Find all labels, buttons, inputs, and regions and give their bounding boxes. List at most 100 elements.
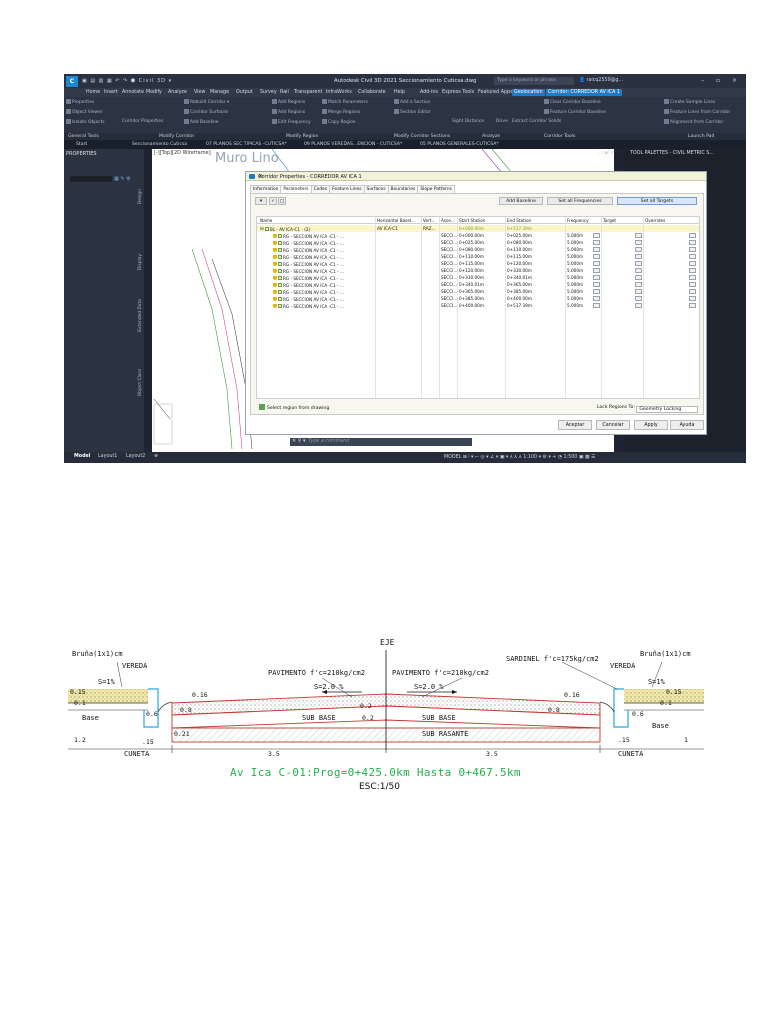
accept-button[interactable]: Aceptar bbox=[558, 420, 592, 430]
drive-button[interactable]: Drive bbox=[496, 119, 508, 124]
column-divider[interactable] bbox=[643, 217, 644, 398]
status-tools[interactable]: MODEL ⊞ ⦙ ▾ ⌐ ◎ ▾ ∠ ▾ ▣ ▾ ⅄ ⅄ ⅄ 1:100 ▾ … bbox=[444, 454, 595, 460]
civil3d-logo-icon[interactable]: C bbox=[66, 76, 78, 87]
ribbon-tab-analyze[interactable]: Analyze bbox=[168, 90, 187, 95]
column-divider[interactable] bbox=[505, 217, 506, 398]
doc-tab-generales[interactable]: 05 PLANOS GENERALES-CUTICSA* bbox=[420, 142, 499, 147]
side-tab-extended-data[interactable]: Extended Data bbox=[138, 299, 144, 332]
ellipsis-button[interactable] bbox=[593, 261, 600, 266]
region-checkbox[interactable] bbox=[278, 290, 282, 294]
ribbon-tab-express-tools[interactable]: Express Tools bbox=[442, 90, 474, 95]
overrides-button[interactable] bbox=[689, 261, 696, 266]
close-icon[interactable]: ✕ bbox=[258, 173, 702, 180]
ribbon-tab-add-ins[interactable]: Add-ins bbox=[420, 90, 438, 95]
help-button[interactable]: Ayuda bbox=[670, 420, 704, 430]
add-regions-2-button[interactable]: Add Regions bbox=[272, 109, 305, 115]
edit-frequency-button[interactable]: Edit Frequency bbox=[272, 119, 311, 125]
ribbon-tab-infraworks[interactable]: InfraWorks bbox=[326, 90, 352, 95]
merge-regions-button[interactable]: Merge Regions bbox=[322, 109, 360, 115]
doc-tab-seccionamiento[interactable]: Seccionamiento Cuticsa bbox=[132, 142, 187, 147]
ellipsis-button[interactable] bbox=[593, 303, 600, 308]
lock-regions-select[interactable]: Geometry Locking bbox=[636, 406, 699, 413]
add-regions-button[interactable]: Add Regions bbox=[272, 99, 305, 105]
set-all-targets-button[interactable]: Set all Targets bbox=[617, 197, 697, 205]
column-divider[interactable] bbox=[601, 217, 602, 398]
object-viewer-button[interactable]: Object Viewer bbox=[66, 109, 103, 115]
column-header-2[interactable]: Vert... bbox=[423, 218, 435, 223]
ellipsis-button[interactable] bbox=[635, 240, 642, 245]
feature-corridor-baseline-button[interactable]: Feature Corridor Baseline bbox=[544, 109, 606, 115]
window-controls[interactable]: – ▫ × bbox=[701, 77, 742, 84]
properties-button[interactable]: Properties bbox=[66, 99, 94, 105]
doc-tab-veredas[interactable]: 09 PLANOS VEREDAS...ENCION - CUTICSA* bbox=[304, 142, 402, 147]
ellipsis-button[interactable] bbox=[593, 289, 600, 294]
corridor-properties-ribbon-button[interactable]: Corridor Properties bbox=[122, 119, 163, 124]
side-tab-object-class[interactable]: Object Class bbox=[138, 369, 144, 396]
add-baseline-ribbon-button[interactable]: Add Baseline bbox=[184, 119, 219, 125]
model-space-toggle[interactable]: MODEL bbox=[444, 455, 461, 460]
ribbon-tab-featured-apps[interactable]: Featured Apps bbox=[478, 90, 513, 95]
baseline-row[interactable]: ⊟ BL - AV ICA-C1 - (2) AV ICA-C1 RAZ... 0+0… bbox=[257, 225, 699, 232]
ellipsis-button[interactable] bbox=[635, 275, 642, 280]
region-checkbox[interactable] bbox=[278, 304, 282, 308]
panel-launch-pad[interactable]: Launch Pad bbox=[688, 134, 714, 139]
region-checkbox[interactable] bbox=[278, 234, 282, 238]
tab-layout2[interactable]: Layout2 bbox=[126, 454, 145, 459]
column-header-8[interactable]: Overrides bbox=[645, 218, 665, 223]
add-section-button[interactable]: Add a Section bbox=[394, 99, 430, 105]
column-header-1[interactable]: Horizontal Basel... bbox=[377, 218, 415, 223]
ellipsis-button[interactable] bbox=[635, 282, 642, 287]
create-sample-lines-button[interactable]: Create Sample Lines bbox=[664, 99, 715, 105]
panel-general-tools[interactable]: General Tools bbox=[68, 134, 99, 139]
overrides-button[interactable] bbox=[689, 268, 696, 273]
column-divider[interactable] bbox=[421, 217, 422, 398]
command-input[interactable]: Type a command bbox=[308, 439, 349, 444]
command-close-icon[interactable]: ✕ ⚲ ▾ bbox=[292, 438, 306, 444]
ellipsis-button[interactable] bbox=[635, 261, 642, 266]
region-row[interactable]: RG - SECCION AV ICA -C1 - ... SECCI... 0+1… bbox=[257, 267, 699, 274]
ribbon-tab-annotate[interactable]: Annotate bbox=[122, 90, 144, 95]
properties-dropdown[interactable] bbox=[70, 176, 112, 182]
overrides-button[interactable] bbox=[689, 240, 696, 245]
dialog-title-bar[interactable]: Corridor Properties - CORREDOR AV ICA 1 … bbox=[246, 172, 706, 181]
ellipsis-button[interactable] bbox=[635, 254, 642, 259]
side-tab-display[interactable]: Display bbox=[138, 254, 144, 270]
overrides-button[interactable] bbox=[689, 233, 696, 238]
region-row[interactable]: RG - SECCION AV ICA -C1 - ... SECCI... 0+3… bbox=[257, 295, 699, 302]
column-header-3[interactable]: Asse... bbox=[441, 218, 455, 223]
column-header-7[interactable]: Target bbox=[603, 218, 616, 223]
region-checkbox[interactable] bbox=[278, 276, 282, 280]
region-row[interactable]: RG - SECCION AV ICA -C1 - ... SECCI... 0+1… bbox=[257, 253, 699, 260]
region-row[interactable]: RG - SECCION AV ICA -C1 - ... SECCI... 0+0… bbox=[257, 246, 699, 253]
overrides-button[interactable] bbox=[689, 296, 696, 301]
ribbon-tab-collaborate[interactable]: Collaborate bbox=[358, 90, 386, 95]
region-row[interactable]: RG - SECCION AV ICA -C1 - ... SECCI... 0+3… bbox=[257, 281, 699, 288]
region-checkbox[interactable] bbox=[278, 297, 282, 301]
add-layout-icon[interactable]: ⊕ bbox=[154, 454, 158, 459]
viewport-controls-icon[interactable]: ▭ ▣ ✕ bbox=[598, 151, 614, 156]
region-checkbox[interactable] bbox=[278, 283, 282, 287]
ellipsis-button[interactable] bbox=[593, 296, 600, 301]
ribbon-tab-output[interactable]: Output bbox=[236, 90, 253, 95]
ribbon-tab-help[interactable]: Help bbox=[394, 90, 405, 95]
overrides-button[interactable] bbox=[689, 275, 696, 280]
tab-model[interactable]: Model bbox=[74, 454, 90, 459]
cancel-button[interactable]: Cancelar bbox=[596, 420, 630, 430]
user-name[interactable]: raicq2559@g... bbox=[587, 78, 624, 83]
ellipsis-button[interactable] bbox=[593, 282, 600, 287]
ribbon-tab-geolocation[interactable]: Geolocation bbox=[512, 89, 545, 96]
search-input[interactable]: Type a keyword or phrase bbox=[494, 77, 574, 85]
ribbon-tab-corridor-corredor-av-ica-1[interactable]: Corridor: CORREDOR AV ICA 1 bbox=[546, 89, 623, 96]
ribbon-tab-survey[interactable]: Survey bbox=[260, 90, 277, 95]
section-editor-button[interactable]: Section Editor bbox=[394, 109, 431, 115]
panel-modify-sections[interactable]: Modify Corridor Sections bbox=[394, 134, 450, 139]
set-all-frequencies-button[interactable]: Set all Frequencies bbox=[547, 197, 613, 205]
sight-distance-button[interactable]: Sight Distance bbox=[452, 119, 484, 124]
ellipsis-button[interactable] bbox=[593, 233, 600, 238]
filter-dropdown-icon[interactable]: ▾ bbox=[255, 197, 267, 205]
ribbon-tab-insert[interactable]: Insert bbox=[104, 90, 118, 95]
check-all-icon[interactable]: ✓ bbox=[269, 197, 277, 205]
overrides-button[interactable] bbox=[689, 303, 696, 308]
doc-tab-secc-tipicas[interactable]: 07 PLANOS SEC TIPICAS -CUTICSA* bbox=[206, 142, 287, 147]
region-row[interactable]: RG - SECCION AV ICA -C1 - ... SECCI... 0+0… bbox=[257, 232, 699, 239]
